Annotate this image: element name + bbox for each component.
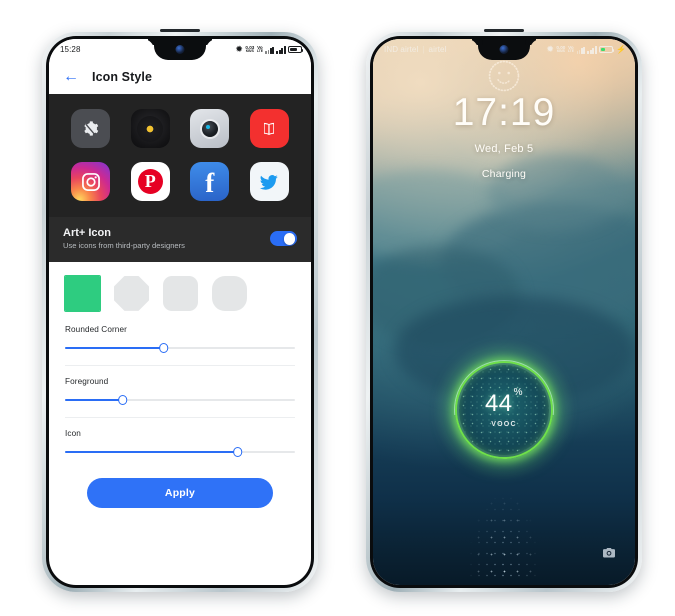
gear-icon xyxy=(84,121,99,136)
left-phone-bezel: 15:28 ✹ 0.03 KB/S Vo LTE ← Icon Style P … xyxy=(46,36,314,588)
book-icon xyxy=(264,122,275,135)
apply-button-wrap: Apply xyxy=(65,468,295,508)
app-icon-settings[interactable] xyxy=(71,109,111,148)
lockscreen-date: Wed, Feb 5 xyxy=(474,143,534,155)
right-phone-screen: IND airtel | airtel ✹ 0.00 KB/S Vo LTE ⚡… xyxy=(373,39,635,585)
camera-shortcut-button[interactable] xyxy=(599,543,619,563)
earpiece-speaker xyxy=(160,29,200,32)
vinyl-record-icon xyxy=(137,115,164,142)
instagram-icon xyxy=(81,172,100,191)
vooc-label: VOOC xyxy=(491,421,517,428)
lockscreen-time: 17:19 xyxy=(452,91,556,134)
slider-icon: Icon xyxy=(65,429,295,457)
waterdrop-notch xyxy=(478,39,530,60)
volte-icon: Vo LTE xyxy=(256,44,263,54)
volte-icon: Vo LTE xyxy=(567,44,574,54)
waterdrop-notch xyxy=(154,39,206,60)
slider-fill xyxy=(65,451,238,453)
squircle-swatch[interactable] xyxy=(212,275,247,311)
carrier-primary: IND airtel xyxy=(384,45,419,54)
status-left-group: 15:28 xyxy=(60,45,81,54)
toggle-knob xyxy=(283,233,296,245)
app-icon-grid: P f xyxy=(61,109,299,201)
charging-bolt-icon: ⚡ xyxy=(616,44,626,54)
charge-percent-group: 44% VOOC xyxy=(455,361,553,459)
app-icon-camera[interactable] xyxy=(190,109,230,148)
slider-thumb[interactable] xyxy=(232,446,243,457)
facebook-icon: f xyxy=(205,168,215,198)
pinterest-icon: P xyxy=(137,169,163,194)
rounded-square-swatch[interactable] xyxy=(163,275,198,311)
slider-track[interactable] xyxy=(65,446,295,457)
slider-fill xyxy=(65,399,123,401)
app-icon-pinterest[interactable]: P xyxy=(130,162,170,201)
camera-icon xyxy=(603,548,615,558)
carrier-secondary: airtel xyxy=(428,45,447,54)
status-right-group: ✹ 0.03 KB/S Vo LTE xyxy=(235,44,304,54)
twitter-icon xyxy=(260,174,279,190)
signal-bars-sim1-icon xyxy=(576,46,585,54)
slider-thumb[interactable] xyxy=(117,394,128,405)
status-right-group: ✹ 0.00 KB/S Vo LTE ⚡ xyxy=(546,45,626,54)
panel-divider xyxy=(65,364,295,366)
slider-label: Icon xyxy=(65,428,81,438)
signal-bars-sim2-icon xyxy=(587,46,597,54)
carrier-separator: | xyxy=(422,45,425,54)
art-plus-text-group: Art+ Icon Use icons from third-party des… xyxy=(63,226,185,252)
art-plus-title: Art+ Icon xyxy=(63,227,111,239)
battery-icon xyxy=(288,45,304,54)
slider-rounded-corner: Rounded Corner xyxy=(65,325,295,353)
panel-divider xyxy=(65,416,295,418)
art-plus-subtitle: Use icons from third-party designers xyxy=(63,241,185,251)
app-header: ← Icon Style xyxy=(49,60,311,94)
slider-label: Foreground xyxy=(65,376,109,386)
status-left-group: IND airtel | airtel xyxy=(384,45,446,54)
lockscreen-clock-group: 17:19 Wed, Feb 5 Charging xyxy=(373,93,635,180)
slider-label: Rounded Corner xyxy=(65,324,127,334)
left-phone-device: 15:28 ✹ 0.03 KB/S Vo LTE ← Icon Style P … xyxy=(42,29,318,592)
page-title: Icon Style xyxy=(92,70,153,84)
network-speed-icon: 0.03 KB/S xyxy=(245,44,255,54)
slider-foreground: Foreground xyxy=(65,377,295,405)
app-icon-instagram[interactable] xyxy=(71,162,111,201)
art-plus-toggle[interactable] xyxy=(270,231,297,247)
earpiece-speaker xyxy=(484,29,524,32)
status-clock: 15:28 xyxy=(60,45,81,54)
network-speed-icon: 0.00 KB/S xyxy=(556,44,566,54)
app-icon-book[interactable] xyxy=(249,109,289,148)
signal-bars-sim1-icon xyxy=(265,46,274,54)
slider-track[interactable] xyxy=(65,394,295,405)
icon-preview-area: P f xyxy=(49,94,311,217)
battery-charging-icon xyxy=(599,45,615,54)
right-phone-bezel: IND airtel | airtel ✹ 0.00 KB/S Vo LTE ⚡… xyxy=(370,36,638,588)
app-icon-music[interactable] xyxy=(130,109,170,148)
percent-number: 44 xyxy=(484,390,513,417)
square-swatch[interactable] xyxy=(64,274,101,312)
signal-bars-sim2-icon xyxy=(276,46,286,54)
art-plus-icon-row[interactable]: Art+ Icon Use icons from third-party des… xyxy=(49,217,311,262)
slider-thumb[interactable] xyxy=(159,342,169,353)
back-arrow-icon[interactable]: ← xyxy=(63,69,79,85)
bluetooth-icon: ✹ xyxy=(235,44,243,54)
bluetooth-icon: ✹ xyxy=(546,44,554,54)
screenshot-stage: 15:28 ✹ 0.03 KB/S Vo LTE ← Icon Style P … xyxy=(0,0,675,616)
icon-settings-panel: Rounded Corner Foreground Icon Apply xyxy=(49,261,311,508)
camera-lens-icon xyxy=(201,120,218,137)
front-camera-icon xyxy=(499,45,509,54)
percent-symbol: % xyxy=(513,387,524,398)
charge-percent-value: 44% xyxy=(484,388,523,417)
face-unlock-icon xyxy=(488,60,520,92)
left-phone-screen: 15:28 ✹ 0.03 KB/S Vo LTE ← Icon Style P … xyxy=(49,39,311,585)
app-icon-twitter[interactable] xyxy=(249,162,289,201)
slider-track[interactable] xyxy=(65,342,295,353)
slider-fill xyxy=(65,347,164,349)
octagon-swatch[interactable] xyxy=(114,275,149,311)
charge-ring: 44% VOOC xyxy=(433,339,575,481)
right-phone-device: IND airtel | airtel ✹ 0.00 KB/S Vo LTE ⚡… xyxy=(366,29,642,592)
app-icon-facebook[interactable]: f xyxy=(190,162,230,201)
apply-button[interactable]: Apply xyxy=(87,477,273,508)
shape-swatch-row xyxy=(64,274,295,312)
charging-status-text: Charging xyxy=(481,168,527,180)
front-camera-icon xyxy=(175,45,185,54)
